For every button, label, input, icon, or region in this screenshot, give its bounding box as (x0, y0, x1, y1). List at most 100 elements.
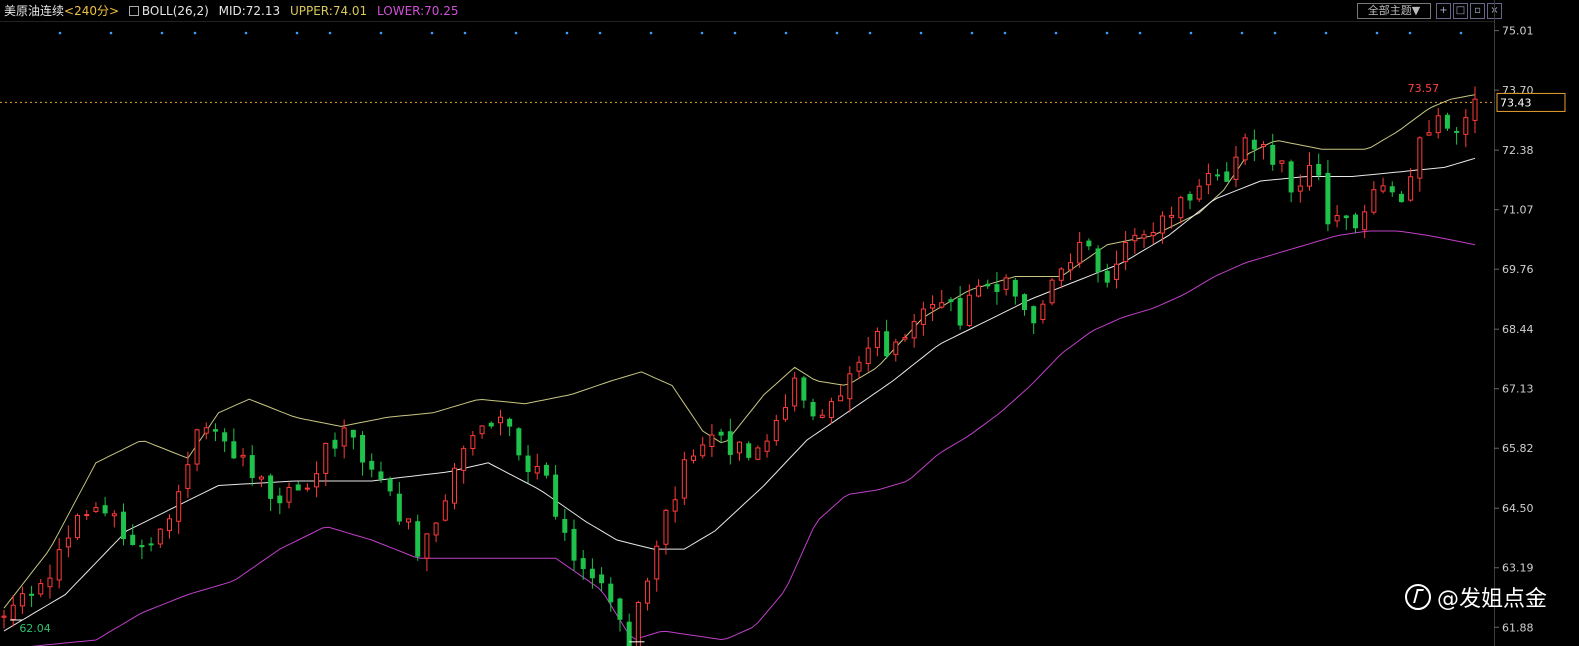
candle-body (111, 513, 117, 517)
candle-body (608, 583, 614, 603)
candle-body (1417, 137, 1423, 179)
candle-body (1040, 303, 1046, 321)
candle-body (176, 491, 182, 522)
candlestick-chart[interactable]: 75.0173.7072.3871.0769.7668.4467.1365.82… (0, 0, 1579, 646)
candle-body (1031, 306, 1037, 324)
event-marker-dot (1240, 31, 1244, 35)
event-marker-dot (1138, 31, 1142, 35)
candle-body (222, 432, 228, 442)
event-marker-dot (379, 31, 383, 35)
candle-body (1362, 211, 1368, 231)
candle-body (38, 583, 44, 595)
candle-body (1187, 193, 1193, 201)
y-tick-label: 68.44 (1502, 323, 1534, 336)
candle-body (1463, 117, 1469, 135)
event-marker-dot (868, 31, 872, 35)
candle-body (718, 431, 724, 436)
candle-body (874, 330, 880, 348)
candle-body (700, 444, 706, 457)
candle-body (976, 285, 982, 297)
candle-body (1113, 263, 1119, 280)
candle-body (1095, 248, 1101, 273)
y-tick-label: 75.01 (1502, 25, 1534, 38)
candle-body (1104, 270, 1110, 283)
candle-body (249, 455, 255, 478)
candle-body (387, 478, 393, 492)
event-marker-dot (328, 31, 332, 35)
y-tick-label: 72.38 (1502, 144, 1534, 157)
candle-body (516, 428, 522, 456)
candle-body (1426, 132, 1432, 136)
candle-body (1224, 171, 1230, 182)
candle-body (1150, 231, 1156, 237)
candle-body (47, 577, 53, 588)
candle-body (433, 522, 439, 536)
candle-body (911, 321, 917, 339)
candle-body (102, 505, 108, 514)
candle-body (1307, 164, 1313, 187)
event-marker-dot (58, 31, 62, 35)
watermark-text: @发姐点金 (1437, 587, 1548, 612)
candle-body (19, 593, 25, 607)
candle-body (571, 528, 577, 561)
candle-body (709, 434, 715, 447)
candle-body (920, 308, 926, 325)
candle-body (985, 283, 991, 287)
event-marker-dot (1324, 31, 1328, 35)
y-tick-label: 65.82 (1502, 442, 1534, 455)
candle-body (1472, 98, 1478, 121)
candle-body (562, 518, 568, 533)
candle-body (286, 487, 292, 503)
event-marker-dot (1003, 31, 1007, 35)
candle-body (580, 558, 586, 570)
candle-body (1288, 161, 1294, 193)
candle-body (819, 414, 825, 418)
candle-body (1178, 197, 1184, 219)
candle-body (295, 484, 301, 491)
candle-body (1389, 186, 1395, 193)
event-marker-dot (430, 31, 434, 35)
candle-body (672, 499, 678, 512)
candle-body (424, 533, 430, 559)
candle-body (948, 299, 954, 302)
candle-body (479, 425, 485, 435)
candle-body (507, 418, 513, 427)
candle-body (902, 336, 908, 340)
event-marker-dot (1054, 31, 1058, 35)
candle-body (746, 443, 752, 458)
candle-body (1251, 139, 1257, 150)
candle-body (29, 593, 35, 596)
candle-body (1196, 185, 1202, 200)
candle-body (415, 521, 421, 557)
candle-body (166, 518, 172, 532)
candle-body (801, 377, 807, 401)
candle-body (461, 448, 467, 471)
y-tick-label: 69.76 (1502, 263, 1534, 276)
candle-body (451, 467, 457, 504)
candle-body (231, 441, 237, 459)
candle-body (75, 515, 81, 539)
candle-body (553, 474, 559, 517)
candle-body (1316, 163, 1322, 176)
candle-body (497, 416, 503, 424)
candle-body (755, 447, 761, 460)
event-marker-dot (109, 31, 113, 35)
candle-body (1012, 279, 1018, 297)
candle-body (525, 455, 531, 473)
candle-body (691, 455, 697, 461)
candle-body (1371, 189, 1377, 213)
high-price-label: 73.57 (1408, 82, 1440, 95)
candle-body (828, 401, 834, 418)
low-price-label-left: 62.04 (19, 622, 50, 635)
candle-body (994, 284, 1000, 292)
candle-body (635, 602, 641, 646)
event-marker-dot (565, 31, 569, 35)
event-marker-dot (295, 31, 299, 35)
candle-body (212, 429, 218, 432)
candle-body (1086, 240, 1092, 247)
candle-body (727, 431, 733, 455)
candle-body (773, 419, 779, 442)
candle-body (1077, 241, 1083, 264)
y-tick-label: 67.13 (1502, 383, 1534, 396)
candle-body (148, 543, 154, 546)
